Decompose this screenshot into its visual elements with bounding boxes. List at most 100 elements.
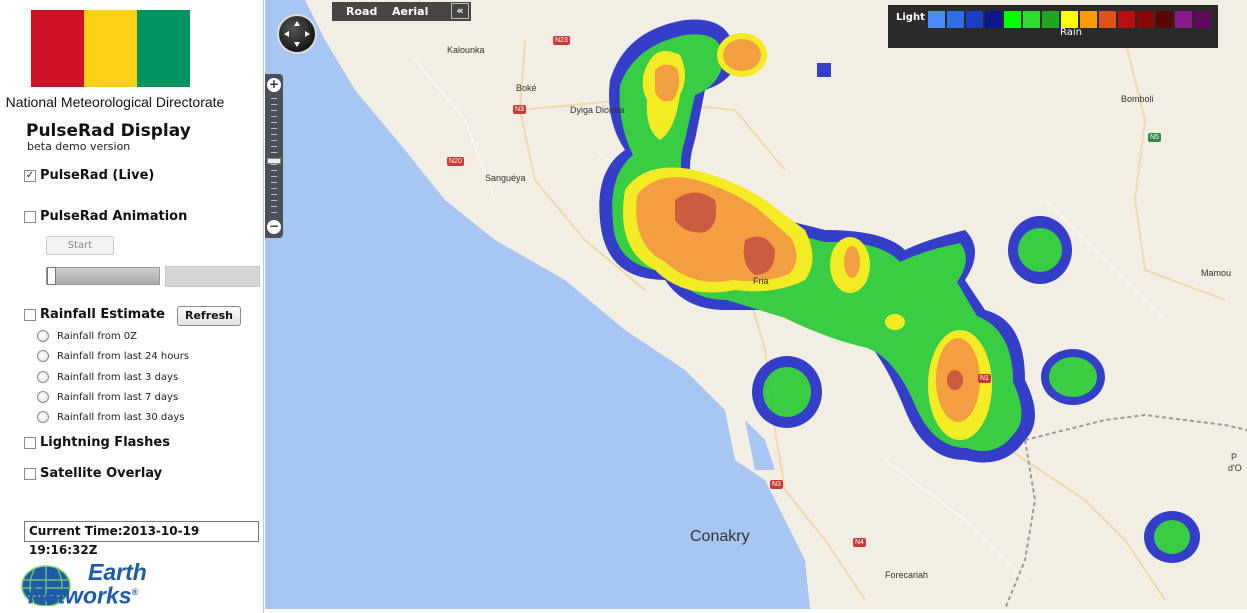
zoom-slider-track[interactable] <box>271 98 277 214</box>
zoom-control[interactable]: + − <box>265 74 283 238</box>
rainfall-estimate-label: Rainfall Estimate <box>40 307 165 322</box>
rainfall-option-radio[interactable] <box>37 391 49 403</box>
radar-echo-sw-green <box>763 367 811 417</box>
logo-line2: Networks® <box>28 582 147 607</box>
legend-swatch-6 <box>1042 11 1059 28</box>
rainfall-option-3d[interactable]: Rainfall from last 3 days <box>37 371 178 383</box>
legend-light-label: Light <box>896 12 925 23</box>
flag-yellow-stripe <box>84 10 137 87</box>
legend-swatch-5 <box>1023 11 1040 28</box>
legend-swatch-1 <box>947 11 964 28</box>
road-shield-n23: N23 <box>553 36 570 45</box>
animation-slider[interactable] <box>46 267 160 285</box>
refresh-button[interactable]: Refresh <box>177 306 241 326</box>
rainfall-option-label: Rainfall from last 3 days <box>57 371 179 383</box>
pulserad-animation-checkbox[interactable] <box>24 210 36 223</box>
radar-map[interactable]: Kalounka N23 Boké N3 Dyiga Diorata N20 S… <box>265 0 1247 609</box>
legend-swatch-14 <box>1194 11 1211 28</box>
legend-swatches <box>928 11 1213 28</box>
radar-echo-east-green <box>1018 228 1062 272</box>
radar-echo-small-1 <box>885 314 905 330</box>
map-label-fria: Fria <box>753 276 769 286</box>
radar-legend: Light Rain <box>888 5 1218 48</box>
rainfall-option-7d[interactable]: Rainfall from last 7 days <box>37 391 178 403</box>
map-label-boke: Boké <box>516 83 537 93</box>
rainfall-option-radio[interactable] <box>37 411 49 423</box>
earth-networks-logo: Earth Networks® <box>20 559 170 610</box>
rainfall-option-label: Rainfall from last 7 days <box>57 391 179 403</box>
rainfall-option-30d[interactable]: Rainfall from last 30 days <box>37 411 185 423</box>
satellite-overlay-checkbox[interactable] <box>24 467 36 480</box>
animation-start-button[interactable]: Start <box>46 236 114 255</box>
zoom-slider-thumb[interactable] <box>267 158 281 164</box>
legend-swatch-4 <box>1004 11 1021 28</box>
satellite-overlay-label: Satellite Overlay <box>40 466 163 481</box>
lightning-flashes-checkbox[interactable] <box>24 436 36 449</box>
legend-swatch-10 <box>1118 11 1135 28</box>
flag-green-stripe <box>137 10 190 87</box>
pulserad-live-toggle[interactable]: ✓ PulseRad (Live) <box>24 168 154 183</box>
logo-line1: Earth <box>88 559 147 585</box>
rainfall-option-radio[interactable] <box>37 350 49 362</box>
pulserad-animation-toggle[interactable]: PulseRad Animation <box>24 209 187 224</box>
logo-trademark: ® <box>131 587 139 597</box>
rainfall-option-radio[interactable] <box>37 330 49 342</box>
legend-swatch-0 <box>928 11 945 28</box>
logo-wordmark: Earth Networks® <box>28 559 147 608</box>
legend-swatch-8 <box>1080 11 1097 28</box>
rainfall-estimate-toggle[interactable]: Rainfall Estimate <box>24 307 165 322</box>
legend-swatch-13 <box>1175 11 1192 28</box>
radar-echo-south-core <box>947 370 963 390</box>
legend-swatch-7 <box>1061 11 1078 28</box>
legend-swatch-3 <box>985 11 1002 28</box>
map-type-bar: Road Aerial « <box>332 2 471 21</box>
rainfall-estimate-checkbox[interactable] <box>24 308 36 321</box>
zoom-out-icon[interactable]: − <box>267 220 281 234</box>
legend-swatch-2 <box>966 11 983 28</box>
pan-compass-control[interactable] <box>277 14 317 54</box>
road-shield-n20: N20 <box>447 157 464 166</box>
pulserad-live-label: PulseRad (Live) <box>40 168 155 183</box>
map-label-partial-1: P <box>1231 452 1238 462</box>
map-canvas[interactable] <box>265 0 1247 609</box>
map-label-mamou: Mamou <box>1201 268 1232 278</box>
lightning-flashes-toggle[interactable]: Lightning Flashes <box>24 435 170 450</box>
map-label-sangueya: Sanguéya <box>485 173 526 183</box>
current-time-display: Current Time:2013-10-19 19:16:32Z <box>24 521 259 557</box>
legend-swatch-9 <box>1099 11 1116 28</box>
road-shield-n3: N3 <box>513 105 526 114</box>
map-label-bomboli: Bomboli <box>1121 94 1154 104</box>
rainfall-option-24h[interactable]: Rainfall from last 24 hours <box>37 350 189 362</box>
road-shield-n4: N4 <box>853 538 866 547</box>
road-shield-n1: N1 <box>978 374 991 383</box>
radar-echo-se-green <box>1049 357 1097 397</box>
pulserad-animation-label: PulseRad Animation <box>40 209 188 224</box>
animation-slider-thumb[interactable] <box>47 267 56 285</box>
country-border-2 <box>1004 439 1037 609</box>
satellite-overlay-toggle[interactable]: Satellite Overlay <box>24 466 162 481</box>
app-subtitle: beta demo version <box>27 140 131 153</box>
country-border <box>1024 413 1247 441</box>
coastal-inlet <box>745 420 775 470</box>
flag-red-stripe <box>31 10 84 87</box>
road-shield-n5: N5 <box>1148 133 1161 142</box>
radar-echo-fria-east-orange <box>844 246 860 278</box>
zoom-in-icon[interactable]: + <box>267 78 281 92</box>
road-shield-n3-south: N3 <box>770 480 783 489</box>
radar-echo-far-se-green <box>1154 520 1190 554</box>
map-label-forecariah: Forecariah <box>885 570 929 580</box>
legend-swatch-11 <box>1137 11 1154 28</box>
map-type-road[interactable]: Road <box>346 5 377 18</box>
organization-name: National Meteorological Directorate <box>5 94 225 110</box>
rainfall-option-radio[interactable] <box>37 371 49 383</box>
app-title: PulseRad Display <box>26 121 191 141</box>
rainfall-option-label: Rainfall from 0Z <box>57 330 138 342</box>
rainfall-option-0z[interactable]: Rainfall from 0Z <box>37 330 137 342</box>
map-type-aerial[interactable]: Aerial <box>392 5 428 18</box>
rainfall-option-label: Rainfall from last 30 days <box>57 411 185 423</box>
lightning-flashes-label: Lightning Flashes <box>40 435 170 450</box>
collapse-map-type-button[interactable]: « <box>451 3 469 19</box>
pan-arrows-icon <box>284 21 310 47</box>
animation-frame-readout <box>165 266 260 287</box>
pulserad-live-checkbox[interactable]: ✓ <box>24 169 36 182</box>
